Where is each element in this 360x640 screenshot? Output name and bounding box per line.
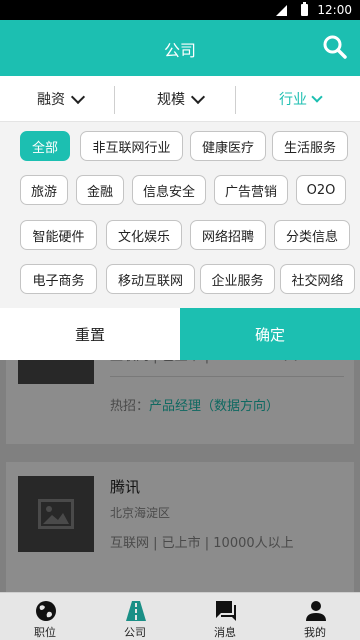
signal-icon <box>276 5 287 16</box>
filter-tab-scale[interactable]: 规模 <box>120 76 240 122</box>
chat-icon <box>216 601 236 621</box>
chip-industry[interactable]: 生活服务 <box>272 131 348 161</box>
divider <box>235 86 236 114</box>
nav-label: 公司 <box>124 626 146 639</box>
chip-all[interactable]: 全部 <box>20 131 70 161</box>
person-icon <box>306 601 326 621</box>
road-icon <box>126 601 146 621</box>
chip-industry[interactable]: 信息安全 <box>132 175 206 205</box>
nav-item-me[interactable]: 我的 <box>270 593 360 640</box>
confirm-button[interactable]: 确定 <box>180 308 360 360</box>
nav-item-messages[interactable]: 消息 <box>180 593 270 640</box>
chip-industry[interactable]: 电子商务 <box>20 264 97 294</box>
reset-button[interactable]: 重置 <box>0 308 180 360</box>
battery-icon <box>301 2 308 16</box>
status-time: 12:00 <box>317 3 352 17</box>
nav-label: 消息 <box>214 626 236 639</box>
chip-industry[interactable]: 金融 <box>76 175 124 205</box>
chip-industry[interactable]: 企业服务 <box>200 264 275 294</box>
page-title: 公司 <box>163 41 196 60</box>
filter-tab-label: 行业 <box>279 92 307 108</box>
status-bar: 12:00 <box>0 0 360 20</box>
chevron-down-icon <box>70 89 86 104</box>
nav-label: 我的 <box>304 626 326 639</box>
nav-label: 职位 <box>34 626 56 639</box>
bottom-nav: 职位 公司 消息 我的 <box>0 592 360 640</box>
filter-tab-industry[interactable]: 行业 <box>240 76 360 122</box>
divider <box>114 86 115 114</box>
app-header: 公司 <box>0 20 360 76</box>
filter-tab-label: 融资 <box>37 92 65 108</box>
chevron-down-icon <box>311 90 323 103</box>
filter-tab-funding[interactable]: 融资 <box>0 76 120 122</box>
chip-industry[interactable]: 健康医疗 <box>190 131 266 161</box>
chip-industry[interactable]: 分类信息 <box>274 220 350 250</box>
chip-industry[interactable]: 智能硬件 <box>20 220 97 250</box>
chip-industry[interactable]: 旅游 <box>20 175 68 205</box>
filter-bar: 融资 规模 行业 <box>0 76 360 122</box>
nav-item-jobs[interactable]: 职位 <box>0 593 90 640</box>
chip-industry[interactable]: 社交网络 <box>280 264 355 294</box>
overlay-dim[interactable] <box>0 360 360 592</box>
chip-industry[interactable]: 移动互联网 <box>106 264 195 294</box>
search-icon[interactable] <box>322 34 348 60</box>
chip-industry[interactable]: 广告营销 <box>214 175 288 205</box>
globe-icon <box>36 601 56 621</box>
filter-tab-label: 规模 <box>157 92 185 108</box>
chip-industry[interactable]: 网络招聘 <box>190 220 266 250</box>
industry-filter-panel: 全部 非互联网行业 健康医疗 生活服务 旅游 金融 信息安全 广告营销 O2O … <box>0 122 360 308</box>
chip-industry[interactable]: 文化娱乐 <box>106 220 182 250</box>
chevron-down-icon <box>190 89 206 104</box>
chip-industry[interactable]: O2O <box>296 175 346 205</box>
chip-industry[interactable]: 非互联网行业 <box>80 131 183 161</box>
nav-item-company[interactable]: 公司 <box>90 593 180 640</box>
